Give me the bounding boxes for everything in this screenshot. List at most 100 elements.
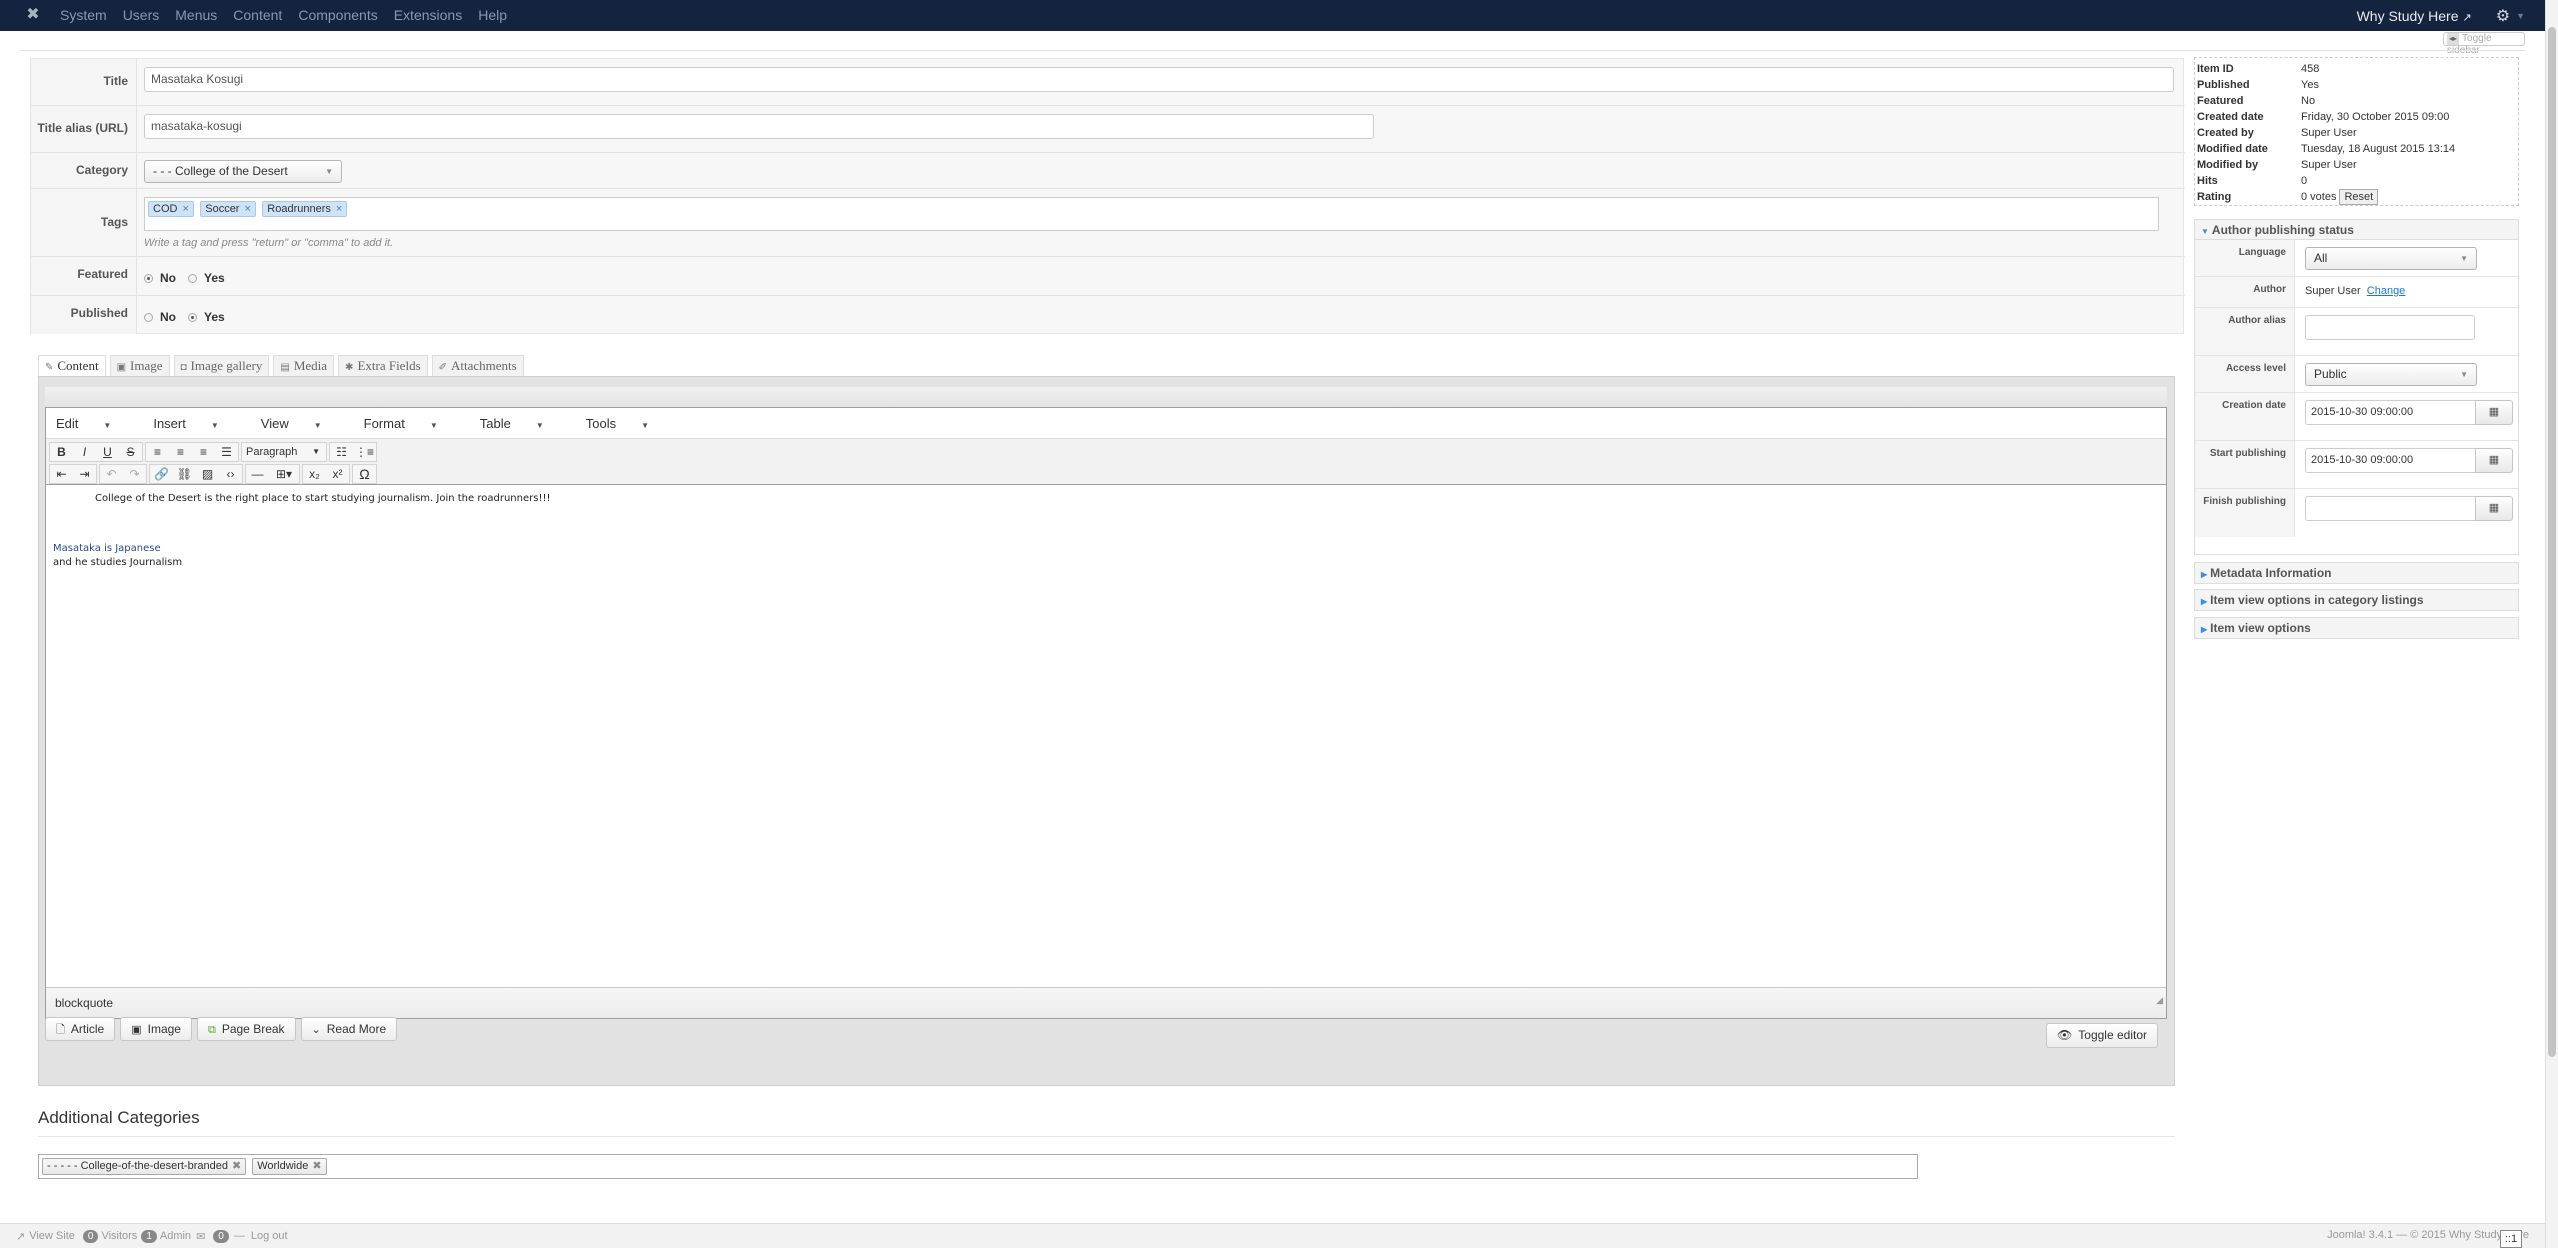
tab-content[interactable]: ✎ Content: [38, 355, 106, 376]
remove-category-icon[interactable]: ✖: [312, 1160, 321, 1172]
tab-image-gallery[interactable]: ◘ Image gallery: [173, 355, 270, 376]
published-no-radio[interactable]: [144, 312, 153, 322]
editor-content-area[interactable]: College of the Desert is the right place…: [46, 486, 2166, 989]
change-author-link[interactable]: Change: [2367, 285, 2406, 297]
element-path[interactable]: blockquote: [55, 996, 113, 1010]
calendar-icon[interactable]: ▦: [2475, 448, 2513, 473]
bold-icon[interactable]: B: [50, 443, 73, 461]
joomla-logo-icon[interactable]: ✖: [24, 6, 42, 24]
category-select[interactable]: - - - College of the Desert ▼: [144, 160, 342, 183]
creation-date-input[interactable]: 2015-10-30 09:00:00: [2305, 400, 2475, 425]
published-no-label[interactable]: No: [160, 310, 176, 324]
creation-date-label: Creation date: [2195, 393, 2295, 440]
featured-no-label[interactable]: No: [160, 271, 176, 285]
accordion-title: Author publishing status: [2211, 223, 2354, 237]
editor-menu-table[interactable]: Table ▼: [480, 416, 565, 431]
remove-category-icon[interactable]: ✖: [232, 1160, 241, 1172]
menu-system[interactable]: System: [60, 0, 107, 31]
editor-menu-insert[interactable]: Insert ▼: [153, 416, 239, 431]
indent-icon[interactable]: ⇥: [73, 465, 96, 483]
image-button[interactable]: ▣ Image: [120, 1017, 192, 1041]
access-level-select[interactable]: Public ▼: [2305, 363, 2477, 386]
table-icon[interactable]: ⊞▾: [269, 465, 299, 483]
finish-publishing-row: Finish publishing ▦: [2195, 489, 2518, 537]
chevron-down-icon: ▼: [103, 420, 112, 430]
menu-extensions[interactable]: Extensions: [394, 0, 462, 31]
main-menu: System Users Menus Content Components Ex…: [60, 0, 523, 31]
editor-menu-view[interactable]: View ▼: [261, 416, 343, 431]
format-select[interactable]: Paragraph ▼: [241, 442, 327, 462]
author-publishing-status-header[interactable]: ▼ Author publishing status: [2194, 219, 2519, 241]
author-alias-input[interactable]: [2305, 315, 2475, 340]
view-site-link[interactable]: View Site: [29, 1230, 75, 1242]
align-center-icon[interactable]: ≡: [169, 443, 192, 461]
horizontal-rule-icon[interactable]: —: [246, 465, 269, 483]
toggle-sidebar-button[interactable]: ◂▸Toggle sidebar: [2443, 32, 2525, 56]
alias-input[interactable]: masataka-kosugi: [144, 114, 1374, 139]
scrollbar-thumb[interactable]: [2548, 27, 2556, 1057]
editor-menu-tools[interactable]: Tools ▼: [586, 416, 670, 431]
title-input[interactable]: Masataka Kosugi: [144, 67, 2174, 92]
logout-link[interactable]: Log out: [251, 1230, 288, 1242]
tab-attachments[interactable]: ✐ Attachments: [431, 355, 524, 376]
align-justify-icon[interactable]: ☰: [215, 443, 238, 461]
toggle-editor-button[interactable]: 👁 Toggle editor: [2046, 1023, 2158, 1048]
tab-image[interactable]: ▣ Image: [109, 355, 170, 376]
chevron-down-icon: ⌄: [311, 1024, 321, 1036]
remove-tag-icon[interactable]: ×: [244, 203, 250, 215]
tab-extra-fields[interactable]: ✱ Extra Fields: [338, 355, 428, 376]
code-icon[interactable]: ‹›: [219, 465, 242, 483]
numbered-list-icon[interactable]: ⋮≡: [353, 443, 376, 461]
unlink-icon[interactable]: ⛓: [173, 465, 196, 483]
chevron-down-icon[interactable]: ▼: [2516, 11, 2525, 21]
metadata-information-header[interactable]: ▶ Metadata Information: [2194, 562, 2519, 584]
start-publishing-input[interactable]: 2015-10-30 09:00:00: [2305, 448, 2475, 473]
menu-content[interactable]: Content: [233, 0, 282, 31]
remove-tag-icon[interactable]: ×: [336, 203, 342, 215]
align-left-icon[interactable]: ≡: [146, 443, 169, 461]
published-yes-radio[interactable]: [188, 312, 197, 322]
language-select[interactable]: All ▼: [2305, 247, 2477, 270]
subscript-icon[interactable]: x₂: [303, 465, 326, 483]
strikethrough-icon[interactable]: S: [119, 443, 142, 461]
tab-media[interactable]: ▤ Media: [273, 355, 335, 376]
reset-rating-button[interactable]: Reset: [2339, 189, 2379, 205]
read-more-button[interactable]: ⌄ Read More: [300, 1017, 398, 1041]
item-view-options-category-header[interactable]: ▶ Item view options in category listings: [2194, 589, 2519, 611]
editor-menu-format[interactable]: Format ▼: [364, 416, 459, 431]
finish-publishing-input[interactable]: [2305, 496, 2475, 521]
bullet-list-icon[interactable]: ☷: [330, 443, 353, 461]
page-break-button[interactable]: ⧉ Page Break: [196, 1017, 296, 1041]
calendar-icon[interactable]: ▦: [2475, 400, 2513, 425]
tags-input[interactable]: COD × Soccer × Roadrunners ×: [144, 197, 2159, 231]
insert-image-icon[interactable]: ▨: [196, 465, 219, 483]
published-yes-label[interactable]: Yes: [204, 310, 225, 324]
featured-yes-radio[interactable]: [188, 273, 197, 283]
outdent-icon[interactable]: ⇤: [50, 465, 73, 483]
italic-icon[interactable]: I: [73, 443, 96, 461]
featured-no-radio[interactable]: [144, 273, 153, 283]
messages-count-badge[interactable]: 0: [213, 1229, 229, 1243]
menu-components[interactable]: Components: [298, 0, 377, 31]
item-view-options-header[interactable]: ▶ Item view options: [2194, 617, 2519, 639]
link-icon[interactable]: 🔗: [150, 465, 173, 483]
menu-users[interactable]: Users: [123, 0, 160, 31]
additional-categories-input[interactable]: - - - - - College-of-the-desert-branded ✖…: [38, 1154, 1918, 1179]
remove-tag-icon[interactable]: ×: [182, 203, 188, 215]
site-link[interactable]: Why Study Here ↗: [2357, 8, 2472, 24]
editor-menu-edit[interactable]: Edit ▼: [56, 416, 132, 431]
omega-icon[interactable]: Ω: [353, 465, 376, 483]
featured-yes-label[interactable]: Yes: [204, 271, 225, 285]
gear-icon[interactable]: ⚙: [2496, 6, 2510, 26]
underline-icon[interactable]: U: [96, 443, 119, 461]
align-right-icon[interactable]: ≡: [192, 443, 215, 461]
superscript-icon[interactable]: x²: [326, 465, 349, 483]
article-button[interactable]: 🗋 Article: [45, 1017, 116, 1041]
redo-icon[interactable]: ↷: [123, 465, 146, 483]
resize-handle-icon[interactable]: ◢: [2156, 985, 2163, 1015]
menu-help[interactable]: Help: [478, 0, 507, 31]
envelope-icon[interactable]: ✉: [196, 1230, 205, 1243]
undo-icon[interactable]: ↶: [100, 465, 123, 483]
menu-menus[interactable]: Menus: [175, 0, 217, 31]
calendar-icon[interactable]: ▦: [2475, 496, 2513, 521]
